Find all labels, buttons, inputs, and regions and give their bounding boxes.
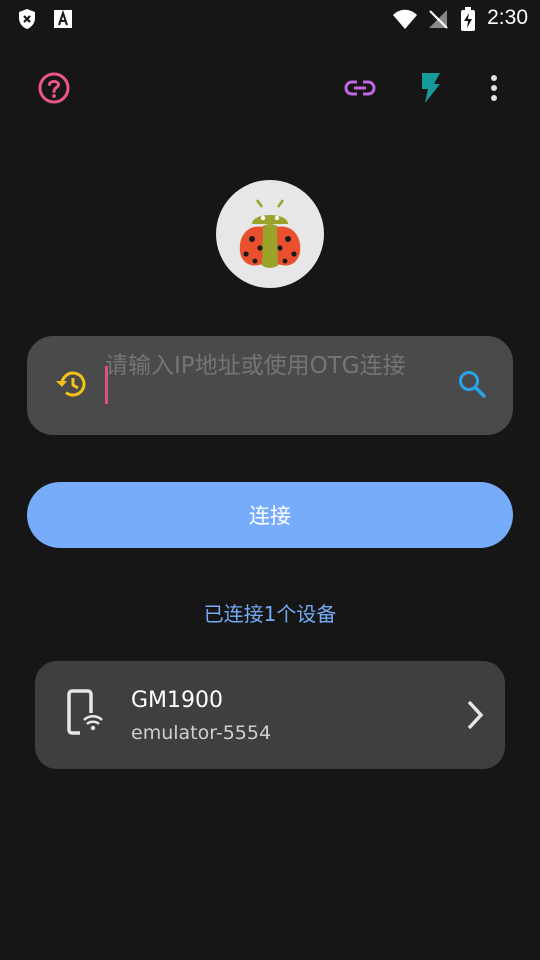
help-circle-icon bbox=[37, 71, 71, 109]
ip-address-input[interactable] bbox=[105, 351, 435, 423]
device-name: GM1900 bbox=[131, 688, 224, 713]
clock: 2:30 bbox=[487, 6, 528, 29]
more-vert-icon bbox=[490, 74, 498, 106]
history-button[interactable] bbox=[51, 367, 89, 405]
connected-devices-count: 已连接1个设备 bbox=[203, 602, 337, 626]
connect-button-label: 连接 bbox=[249, 504, 291, 528]
link-icon bbox=[343, 78, 377, 102]
ip-input-container bbox=[27, 336, 513, 435]
history-icon bbox=[53, 369, 87, 403]
phone-wifi-icon bbox=[65, 689, 107, 739]
search-icon bbox=[457, 369, 487, 403]
ladybug-android-icon bbox=[239, 199, 301, 268]
connect-button[interactable]: 连接 bbox=[27, 482, 513, 548]
wifi-icon bbox=[392, 6, 418, 32]
chevron-right-icon bbox=[463, 699, 487, 731]
device-list-item[interactable]: GM1900 emulator-5554 bbox=[35, 661, 505, 769]
battery-charging-icon bbox=[455, 6, 481, 32]
no-signal-icon bbox=[425, 6, 451, 32]
link-button[interactable] bbox=[340, 70, 380, 110]
font-a-icon bbox=[50, 6, 76, 32]
more-options-button[interactable] bbox=[474, 70, 514, 110]
status-bar: 2:30 bbox=[0, 0, 540, 38]
search-button[interactable] bbox=[453, 367, 491, 405]
device-serial: emulator-5554 bbox=[131, 722, 272, 744]
shield-close-icon bbox=[14, 6, 40, 32]
flash-button[interactable] bbox=[411, 70, 451, 110]
flash-icon bbox=[420, 72, 442, 108]
help-button[interactable] bbox=[34, 70, 74, 110]
app-logo bbox=[216, 180, 324, 288]
